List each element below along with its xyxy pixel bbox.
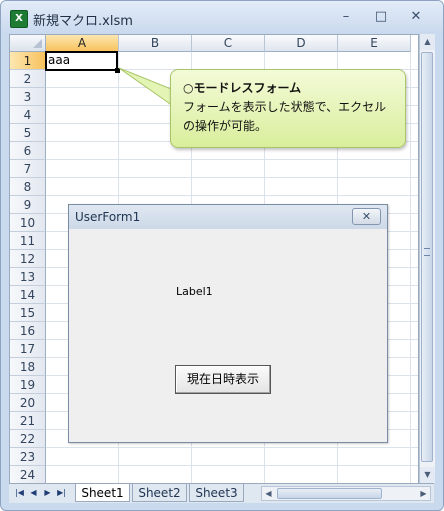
select-all-corner[interactable]: [10, 35, 46, 52]
tab-sheet2[interactable]: Sheet2: [132, 484, 187, 502]
row-header-22[interactable]: 22: [10, 430, 46, 448]
row-header-2[interactable]: 2: [10, 70, 46, 88]
row-header-6[interactable]: 6: [10, 142, 46, 160]
grid-row-line: [46, 159, 418, 160]
column-header-a[interactable]: A: [46, 35, 119, 52]
row-header-23[interactable]: 23: [10, 448, 46, 466]
scroll-up-arrow-icon[interactable]: ▲: [420, 34, 435, 50]
row-header-1[interactable]: 1: [10, 52, 46, 70]
row-header-8[interactable]: 8: [10, 178, 46, 196]
excel-window: X 新規マクロ.xlsm – □ ✕ ABCDE 1 2 3 4 5 6 7 8 9 10 11 12…: [0, 0, 444, 511]
last-sheet-icon[interactable]: ▶|: [56, 486, 67, 500]
row-header-4[interactable]: 4: [10, 106, 46, 124]
minimize-button[interactable]: –: [331, 7, 361, 27]
column-header-b[interactable]: B: [119, 35, 192, 52]
row-header-13[interactable]: 13: [10, 268, 46, 286]
scroll-down-arrow-icon[interactable]: ▼: [420, 467, 435, 483]
row-header-11[interactable]: 11: [10, 232, 46, 250]
row-header-10[interactable]: 10: [10, 214, 46, 232]
prev-sheet-icon[interactable]: ◀: [28, 486, 39, 500]
userform-title: UserForm1: [75, 210, 141, 224]
row-header-15[interactable]: 15: [10, 304, 46, 322]
grid-row-line: [46, 177, 418, 178]
row-header-7[interactable]: 7: [10, 160, 46, 178]
callout-body: フォームを表示した状態で、エクセルの操作が可能。: [183, 100, 387, 133]
row-header-24[interactable]: 24: [10, 466, 46, 484]
grip-icon: [424, 248, 430, 256]
userform-label: Label1: [176, 285, 213, 298]
vertical-scrollbar[interactable]: ▲ ▼: [419, 34, 435, 483]
tab-sheet1[interactable]: Sheet1: [75, 484, 130, 502]
title-bar: X 新規マクロ.xlsm – □ ✕: [1, 1, 443, 34]
userform-close-button[interactable]: ✕: [352, 208, 381, 225]
callout-note: ○モードレスフォーム フォームを表示した状態で、エクセルの操作が可能。: [170, 69, 406, 148]
column-header-e[interactable]: E: [338, 35, 411, 52]
userform-title-bar[interactable]: UserForm1 ✕: [69, 205, 387, 229]
row-header-21[interactable]: 21: [10, 412, 46, 430]
row-header-20[interactable]: 20: [10, 394, 46, 412]
close-button[interactable]: ✕: [401, 7, 431, 27]
grid-row-line: [46, 465, 418, 466]
grid-row-line: [46, 447, 418, 448]
grid-row-line: [46, 195, 418, 196]
grid-column-line: [410, 52, 411, 484]
sheet-tab-bar: |◀ ◀ ▶ ▶| Sheet1 Sheet2 Sheet3 ◀ ▶: [9, 483, 434, 503]
horizontal-scrollbar[interactable]: ◀ ▶: [261, 486, 431, 501]
row-header-19[interactable]: 19: [10, 376, 46, 394]
excel-app-icon[interactable]: X: [10, 10, 28, 28]
row-header-16[interactable]: 16: [10, 322, 46, 340]
row-header-9[interactable]: 9: [10, 196, 46, 214]
userform-dialog[interactable]: UserForm1 ✕ Label1 現在日時表示: [68, 204, 388, 443]
active-cell-border: [45, 51, 118, 71]
first-sheet-icon[interactable]: |◀: [14, 486, 25, 500]
show-datetime-button[interactable]: 現在日時表示: [175, 365, 271, 394]
row-header-17[interactable]: 17: [10, 340, 46, 358]
row-header-12[interactable]: 12: [10, 250, 46, 268]
row-header-14[interactable]: 14: [10, 286, 46, 304]
row-header-18[interactable]: 18: [10, 358, 46, 376]
callout-title: ○モードレスフォーム: [183, 81, 302, 95]
tab-sheet3[interactable]: Sheet3: [189, 484, 244, 502]
next-sheet-icon[interactable]: ▶: [42, 486, 53, 500]
horizontal-scroll-thumb[interactable]: [277, 488, 382, 499]
row-header-3[interactable]: 3: [10, 88, 46, 106]
vertical-scroll-thumb[interactable]: [421, 52, 433, 462]
fill-handle[interactable]: [115, 68, 120, 73]
scroll-right-arrow-icon[interactable]: ▶: [417, 487, 430, 500]
row-header-5[interactable]: 5: [10, 124, 46, 142]
column-header-d[interactable]: D: [265, 35, 338, 52]
scroll-left-arrow-icon[interactable]: ◀: [262, 487, 275, 500]
window-title: 新規マクロ.xlsm: [33, 14, 133, 29]
maximize-button[interactable]: □: [366, 7, 396, 27]
column-header-c[interactable]: C: [192, 35, 265, 52]
